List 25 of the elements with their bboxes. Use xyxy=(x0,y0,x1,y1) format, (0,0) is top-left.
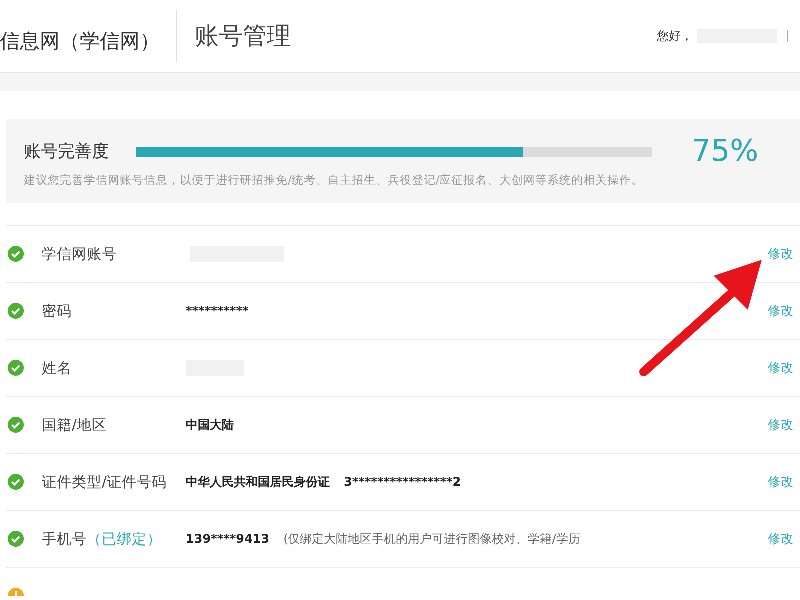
edit-link[interactable]: 修改 xyxy=(768,530,794,548)
field-label: 密码 xyxy=(42,302,72,320)
id-number: 3****************2 xyxy=(344,475,462,489)
field-value: 中华人民共和国居民身份证 xyxy=(186,474,330,490)
edit-link[interactable]: 修改 xyxy=(768,302,794,320)
edit-link[interactable]: 修改 xyxy=(768,416,794,434)
greeting-text: 您好， xyxy=(657,28,693,44)
edit-link[interactable]: 修改 xyxy=(768,360,794,376)
bound-status-tag: （已绑定） xyxy=(87,530,162,548)
hint-text: 建议您完善学信网账号信息，以便于进行研招推免/统考、自主招生、兵役登记/应征报名、大创网等系统的相关操作。 xyxy=(24,173,645,188)
edit-link[interactable]: 修改 xyxy=(768,246,794,262)
field-label: 国籍/地区 xyxy=(42,416,107,434)
edit-link[interactable]: 修改 xyxy=(768,474,794,490)
field-label: 学信网账号 xyxy=(42,246,117,264)
field-value: 中国大陆 xyxy=(186,416,234,434)
field-label: 手机号 xyxy=(42,530,87,548)
page-title: 账号管理 xyxy=(195,21,291,52)
note-text: (仅绑定大陆地区手机的用户可进行图像校对、学籍/学历 xyxy=(284,530,580,548)
percent-text: 75% xyxy=(692,134,759,169)
site-logo-text[interactable]: 信息网（学信网） xyxy=(0,28,160,54)
field-label: 证件类型/证件号码 xyxy=(42,474,167,492)
field-value: ********** xyxy=(186,304,249,318)
field-value: 139****9413 xyxy=(186,532,270,546)
field-label: 姓名 xyxy=(42,360,72,378)
completeness-label: 账号完善度 xyxy=(24,141,110,163)
